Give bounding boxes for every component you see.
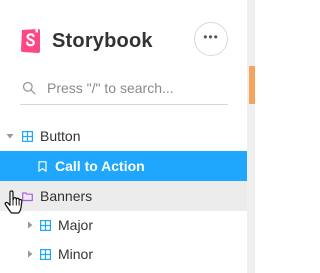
tree-item-label: Major [58,217,94,233]
component-icon [40,248,51,260]
sidebar: Storybook ••• Press "/" to search... But… [0,0,247,273]
app-title: Storybook [52,29,153,52]
chevron-down-icon[interactable] [6,132,14,140]
canvas-preview-edge [249,66,255,104]
tree-item-call-to-action[interactable]: Call to Action [0,151,247,181]
menu-button[interactable]: ••• [194,22,228,56]
search-icon [22,81,36,95]
sidebar-header: Storybook [20,24,153,58]
tree-item-major[interactable]: Major [0,210,247,240]
hand-cursor-icon [4,190,23,214]
tree-item-banners[interactable]: Banners [0,181,247,211]
bookmark-icon [38,160,47,172]
chevron-right-icon[interactable] [26,221,34,229]
search-field[interactable]: Press "/" to search... [20,72,228,105]
search-placeholder: Press "/" to search... [47,80,174,96]
canvas-edge [247,0,255,273]
tree-item-label: Button [40,128,81,144]
storybook-logo-icon[interactable] [20,28,42,54]
tree-item-label: Call to Action [55,158,145,174]
component-icon [22,130,33,142]
chevron-right-icon[interactable] [26,250,34,258]
component-icon [40,219,51,231]
tree-item-minor[interactable]: Minor [0,239,247,269]
tree-item-label: Minor [58,246,94,262]
tree-item-button[interactable]: Button [0,121,247,151]
ellipsis-icon: ••• [203,30,219,44]
tree-item-label: Banners [40,188,93,204]
